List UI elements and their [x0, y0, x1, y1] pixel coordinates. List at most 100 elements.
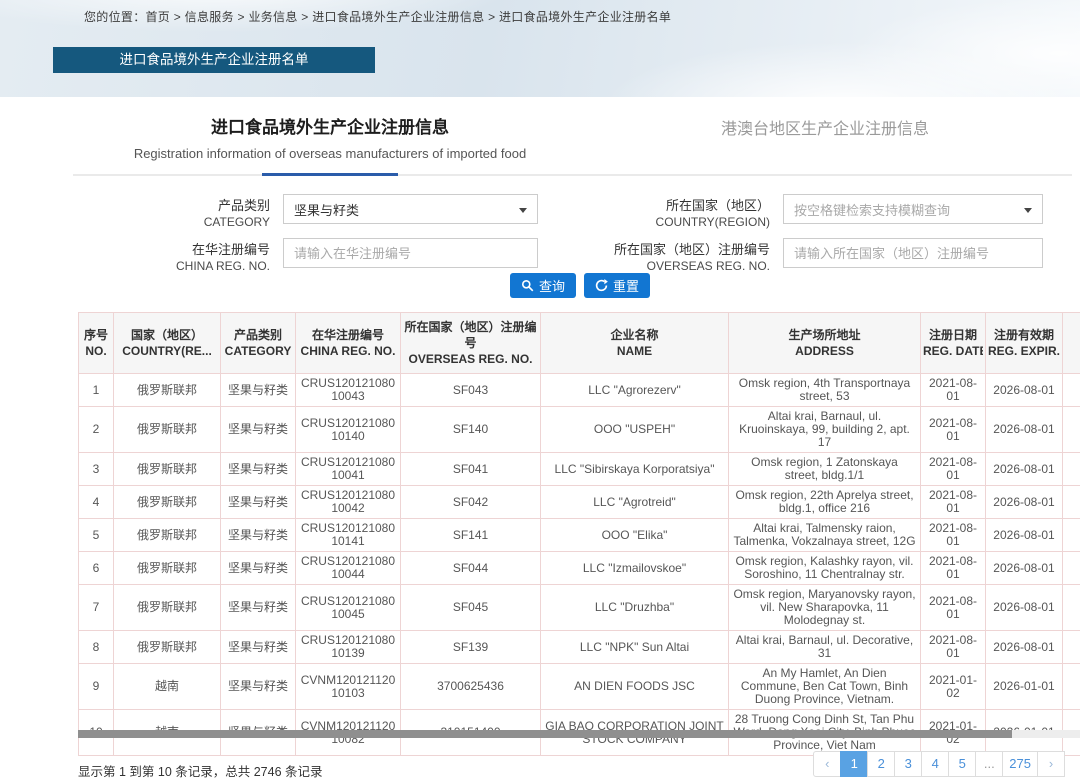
pagination-item: ...: [975, 751, 1003, 777]
horizontal-scrollbar-thumb[interactable]: [78, 730, 1012, 738]
breadcrumb[interactable]: 您的位置：首页 > 信息服务 > 业务信息 > 进口食品境外生产企业注册信息 >…: [84, 8, 671, 25]
cell-country: 俄罗斯联邦: [114, 374, 221, 407]
country-select-placeholder: 按空格键检索支持模糊查询: [794, 200, 950, 219]
china-reg-label: 在华注册编号 CHINA REG. NO.: [130, 241, 270, 275]
cell-name: AN DIEN FOODS JSC: [541, 664, 729, 710]
pagination-item[interactable]: 275: [1002, 751, 1038, 777]
category-select-value: 坚果与籽类: [294, 200, 359, 219]
content-area: 进口食品境外生产企业注册信息 Registration information …: [0, 97, 1080, 782]
table-row: 9 越南 坚果与籽类 CVNM12012112010103 3700625436…: [79, 664, 1080, 710]
cell-spacer: [1063, 519, 1080, 552]
cell-reg-date: 2021-08-01: [921, 552, 986, 585]
cell-spacer: [1063, 374, 1080, 407]
cell-address: Omsk region, 4th Transportnaya street, 5…: [729, 374, 921, 407]
category-select[interactable]: 坚果与籽类: [283, 194, 538, 224]
column-header: 生产场所地址 ADDRESS: [729, 313, 921, 374]
column-header: 注册日期 REG. DATE: [921, 313, 986, 374]
cell-reg-date: 2021-08-01: [921, 519, 986, 552]
cell-address: Altai krai, Barnaul, ul. Decorative, 31: [729, 631, 921, 664]
cell-china-reg-no: CRUS12012108010141: [296, 519, 401, 552]
cell-reg-date: 2021-08-01: [921, 453, 986, 486]
cell-reg-expiry: 2026-08-01: [986, 453, 1063, 486]
refresh-icon: [595, 279, 608, 292]
reset-button[interactable]: 重置: [584, 273, 650, 298]
cell-china-reg-no: CRUS12012108010043: [296, 374, 401, 407]
pagination-item[interactable]: ‹: [813, 751, 841, 777]
cell-country: 俄罗斯联邦: [114, 407, 221, 453]
cell-no: 2: [79, 407, 114, 453]
cell-reg-expiry: 2026-08-01: [986, 585, 1063, 631]
active-tab-indicator: [262, 173, 398, 176]
cell-country: 俄罗斯联邦: [114, 519, 221, 552]
horizontal-scrollbar-track[interactable]: [78, 730, 1080, 738]
table-row: 8 俄罗斯联邦 坚果与籽类 CRUS12012108010139 SF139 L…: [79, 631, 1080, 664]
cell-category: 坚果与籽类: [221, 519, 296, 552]
table-row: 2 俄罗斯联邦 坚果与籽类 CRUS12012108010140 SF140 O…: [79, 407, 1080, 453]
cell-overseas-reg-no: SF041: [401, 453, 541, 486]
cell-reg-date: 2021-08-01: [921, 374, 986, 407]
results-table: 序号 NO. 国家（地区） COUNTRY(RE... 产品类别 CATEGOR…: [78, 312, 1080, 756]
cell-no: 3: [79, 453, 114, 486]
cell-spacer: [1063, 631, 1080, 664]
cell-overseas-reg-no: SF140: [401, 407, 541, 453]
cell-china-reg-no: CRUS12012108010041: [296, 453, 401, 486]
cell-reg-date: 2021-08-01: [921, 585, 986, 631]
cell-country: 俄罗斯联邦: [114, 486, 221, 519]
country-label: 所在国家（地区） COUNTRY(REGION): [580, 197, 770, 231]
overseas-reg-label: 所在国家（地区）注册编号 OVERSEAS REG. NO.: [560, 241, 770, 275]
tab-registered-list[interactable]: 进口食品境外生产企业注册名单: [53, 47, 375, 73]
tab-overseas-registration-info[interactable]: 进口食品境外生产企业注册信息 Registration information …: [90, 113, 570, 161]
column-header: 序号 NO.: [79, 313, 114, 374]
cell-china-reg-no: CRUS12012108010042: [296, 486, 401, 519]
cell-no: 7: [79, 585, 114, 631]
cell-name: OOO "Elika": [541, 519, 729, 552]
cell-china-reg-no: CRUS12012108010045: [296, 585, 401, 631]
cell-name: LLC "Sibirskaya Korporatsiya": [541, 453, 729, 486]
cell-no: 5: [79, 519, 114, 552]
cell-china-reg-no: CRUS12012108010139: [296, 631, 401, 664]
cell-china-reg-no: CRUS12012108010140: [296, 407, 401, 453]
cell-country: 俄罗斯联邦: [114, 552, 221, 585]
tab-divider: [73, 174, 1072, 176]
cell-spacer: [1063, 486, 1080, 519]
column-header: 国家（地区） COUNTRY(RE...: [114, 313, 221, 374]
cell-address: Altai krai, Talmensky raion, Talmenka, V…: [729, 519, 921, 552]
cell-overseas-reg-no: SF139: [401, 631, 541, 664]
cell-category: 坚果与籽类: [221, 631, 296, 664]
cell-reg-expiry: 2026-08-01: [986, 631, 1063, 664]
cell-spacer: [1063, 552, 1080, 585]
country-select[interactable]: 按空格键检索支持模糊查询: [783, 194, 1043, 224]
cell-overseas-reg-no: 3700625436: [401, 664, 541, 710]
search-button[interactable]: 查询: [510, 273, 576, 298]
form-actions: 查询 重置: [510, 273, 650, 298]
cell-reg-date: 2021-08-01: [921, 486, 986, 519]
pagination-item[interactable]: 4: [921, 751, 949, 777]
column-header: 企业名称 NAME: [541, 313, 729, 374]
cell-address: Omsk region, 1 Zatonskaya street, bldg.1…: [729, 453, 921, 486]
overseas-reg-input[interactable]: [783, 238, 1043, 268]
page-title-zh: 进口食品境外生产企业注册信息: [90, 113, 570, 138]
pagination-item[interactable]: 2: [867, 751, 895, 777]
table-row: 6 俄罗斯联邦 坚果与籽类 CRUS12012108010044 SF044 L…: [79, 552, 1080, 585]
cell-overseas-reg-no: SF045: [401, 585, 541, 631]
cell-china-reg-no: CRUS12012108010044: [296, 552, 401, 585]
cell-name: LLC "NPK" Sun Altai: [541, 631, 729, 664]
china-reg-input[interactable]: [283, 238, 538, 268]
cell-category: 坚果与籽类: [221, 453, 296, 486]
cell-country: 俄罗斯联邦: [114, 585, 221, 631]
cell-name: LLC "Druzhba": [541, 585, 729, 631]
pagination-item[interactable]: 5: [948, 751, 976, 777]
cell-category: 坚果与籽类: [221, 407, 296, 453]
cell-address: An My Hamlet, An Dien Commune, Ben Cat T…: [729, 664, 921, 710]
tab-hmt-registration-info[interactable]: 港澳台地区生产企业注册信息: [660, 115, 990, 139]
pagination-item[interactable]: ›: [1037, 751, 1065, 777]
table-row: 5 俄罗斯联邦 坚果与籽类 CRUS12012108010141 SF141 O…: [79, 519, 1080, 552]
pagination-item[interactable]: 1: [840, 751, 868, 777]
cell-category: 坚果与籽类: [221, 374, 296, 407]
cell-overseas-reg-no: SF044: [401, 552, 541, 585]
pagination-item[interactable]: 3: [894, 751, 922, 777]
cell-reg-expiry: 2026-08-01: [986, 519, 1063, 552]
chevron-down-icon: [519, 208, 527, 213]
pagination: ‹ 1 2 3 4 5 ... 275 ›: [814, 751, 1065, 777]
cell-name: LLC "Agrotreid": [541, 486, 729, 519]
